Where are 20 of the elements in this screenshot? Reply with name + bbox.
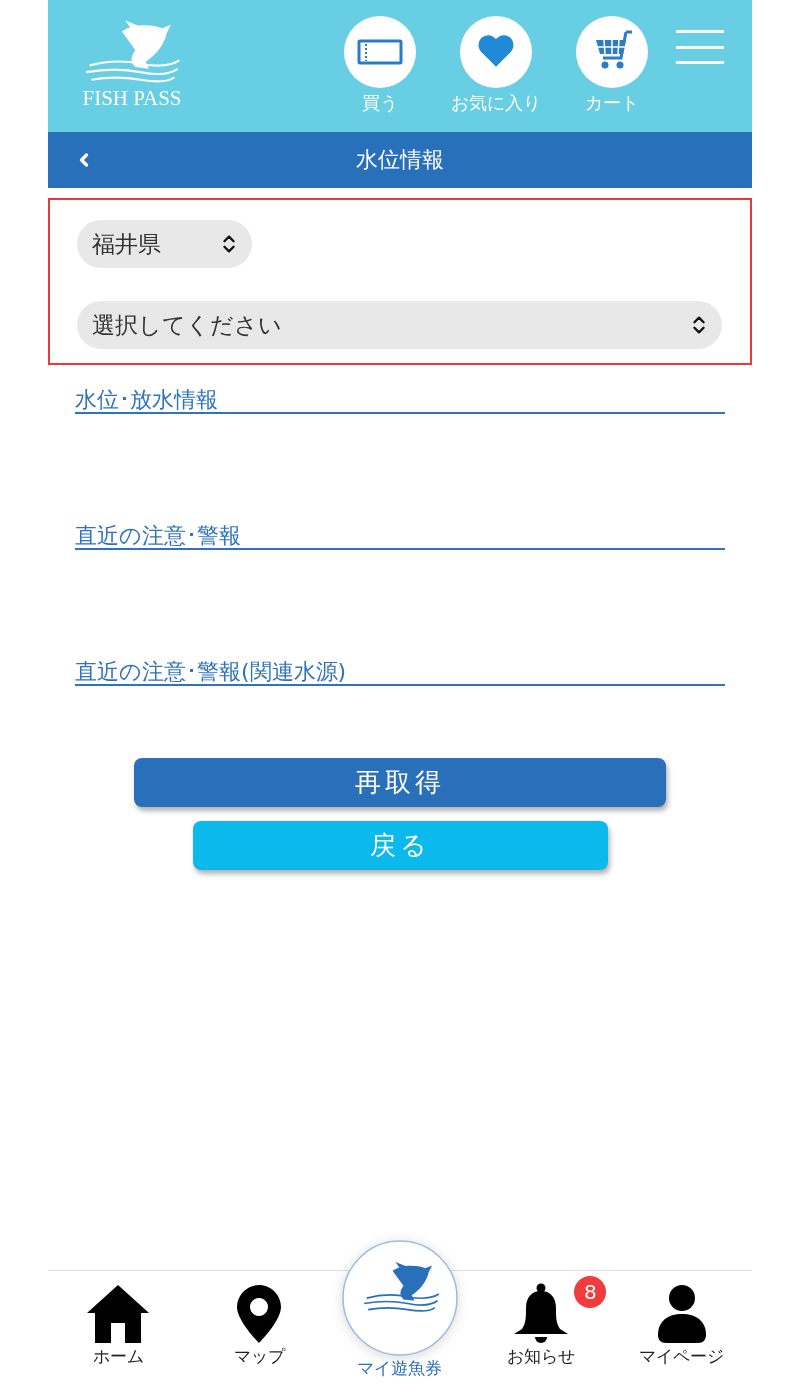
section-link[interactable]: 直近の注意･警報(関連水源) [75,659,725,686]
map-nav-item[interactable]: マップ [188,1271,330,1400]
prefecture-select[interactable]: 福井県 [77,220,252,268]
bell-icon [513,1283,568,1343]
home-nav-item[interactable]: ホーム [48,1271,189,1400]
person-nav-item[interactable]: マイページ [611,1271,752,1400]
home-icon [87,1285,150,1343]
notification-badge: 8 [574,1276,607,1308]
map-pin-icon [237,1285,282,1343]
person-icon [657,1285,706,1343]
logo-text: FISH PASS [82,86,182,110]
section-link[interactable]: 直近の注意･警報 [75,523,725,550]
location-select[interactable]: 選択してください [77,301,722,349]
bell-nav-item[interactable]: お知らせ 8 [470,1271,612,1400]
cart-icon [576,16,648,88]
page-title: 水位情報 [355,146,445,174]
my-pass-nav-item[interactable]: マイ遊魚券 [329,1240,471,1400]
ticket-icon [344,16,416,88]
section-link[interactable]: 水位･放水情報 [75,387,725,414]
reload-button[interactable]: 再取得 [134,758,666,807]
